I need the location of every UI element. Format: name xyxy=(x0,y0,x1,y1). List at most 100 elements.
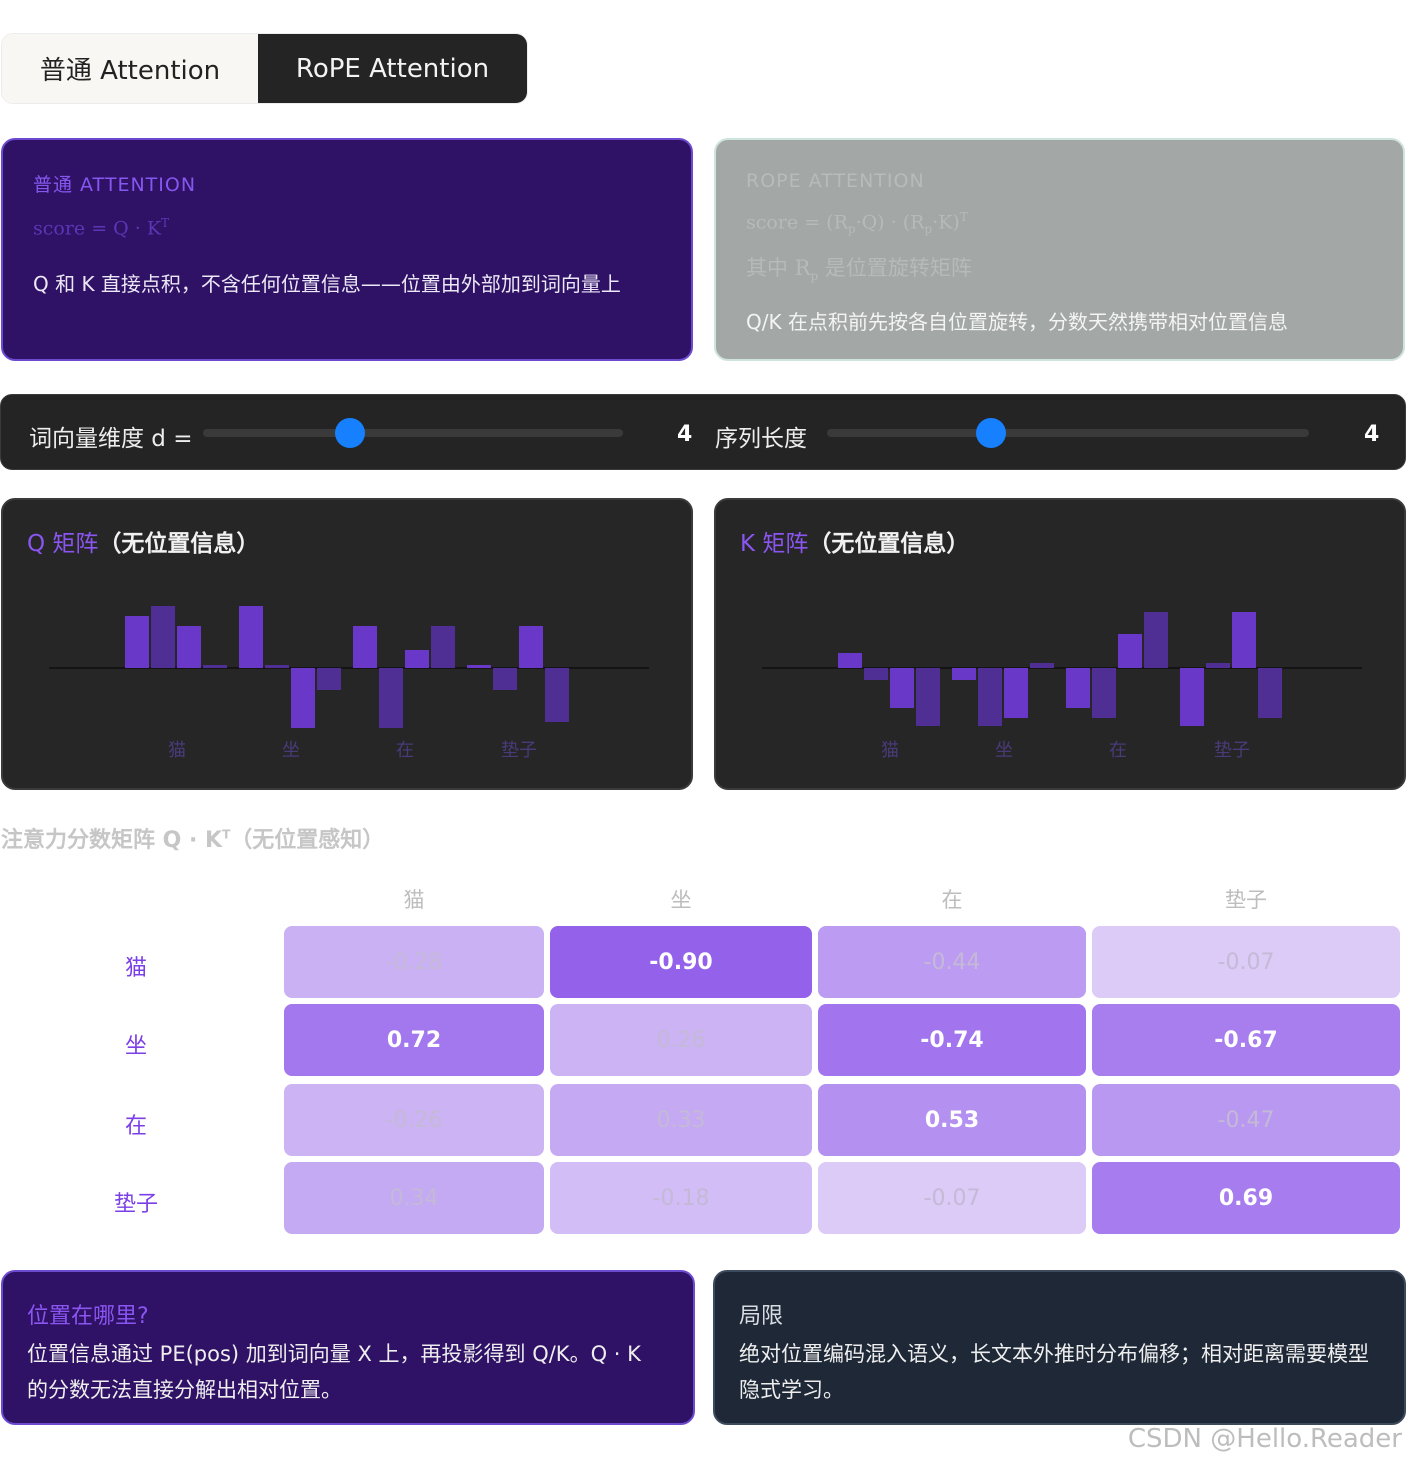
bar-q-0-3 xyxy=(203,665,227,668)
q-matrix-panel: Q 矩阵（无位置信息） 猫坐在垫子 xyxy=(1,498,693,790)
token-label: 垫子 xyxy=(501,740,537,761)
bar-q-2-0 xyxy=(353,626,377,668)
column-header: 垫子 xyxy=(1225,888,1267,912)
row-header: 在 xyxy=(124,1114,147,1139)
token-label: 坐 xyxy=(282,740,300,761)
bar-k-0-2 xyxy=(890,668,914,708)
column-header: 猫 xyxy=(403,888,425,912)
bar-q-1-3 xyxy=(317,668,341,690)
seq-slider-track[interactable] xyxy=(827,429,1309,437)
info-title: 局限 xyxy=(739,1304,784,1329)
card-description: Q 和 K 直接点积，不含任何位置信息——位置由外部加到词向量上 xyxy=(33,272,621,296)
token-label: 垫子 xyxy=(1214,740,1250,761)
score-title-tail: （无位置感知） xyxy=(230,828,385,853)
k-bar-chart: 猫 坐 在 垫子 xyxy=(762,612,1362,761)
row-header: 猫 xyxy=(124,956,147,981)
rope-attention-card: ROPE ATTENTION score = (Rp·Q) · (Rp·K)T … xyxy=(714,138,1405,361)
info-title: 位置在哪里? xyxy=(27,1304,149,1329)
score-cell: 0.53 xyxy=(818,1084,1086,1156)
formula-sup: T xyxy=(959,210,968,224)
score-cell: -0.28 xyxy=(284,926,544,998)
bar-k-0-3 xyxy=(916,668,940,726)
q-bar-chart: 猫 坐 在 垫子 xyxy=(49,606,649,761)
formula-note-part: 是位置旋转矩阵 xyxy=(818,256,972,280)
k-matrix-panel: K 矩阵（无位置信息） 猫坐在垫子 xyxy=(714,498,1406,790)
formula-sub: p xyxy=(924,222,933,237)
bar-q-2-2 xyxy=(405,650,429,668)
formula-text: score = Q · K xyxy=(33,217,162,240)
token-label: 猫 xyxy=(168,740,186,761)
token-label: 在 xyxy=(1109,740,1127,761)
tab-rope-attention[interactable]: RoPE Attention xyxy=(258,34,527,103)
row-header: 坐 xyxy=(124,1034,147,1059)
bar-q-3-0 xyxy=(467,665,491,668)
dim-slider-track[interactable] xyxy=(203,429,623,437)
row-header: 垫子 xyxy=(113,1192,158,1217)
bar-q-1-2 xyxy=(291,668,315,728)
bar-q-0-0 xyxy=(125,616,149,668)
seq-slider-thumb[interactable] xyxy=(975,418,1006,448)
card-eyebrow: ROPE ATTENTION xyxy=(746,170,925,192)
score-title-text: 注意力分数矩阵 Q · K xyxy=(1,828,223,853)
controls-bar: 词向量维度 d = 4 序列长度 4 xyxy=(0,394,1406,470)
score-cell: 0.33 xyxy=(550,1084,812,1156)
watermark: CSDN @Hello.Reader xyxy=(1127,1424,1402,1454)
dim-slider-label: 词向量维度 d = xyxy=(29,426,193,452)
bar-q-3-2 xyxy=(519,626,543,668)
score-cell: -0.74 xyxy=(818,1004,1086,1076)
bar-q-1-1 xyxy=(265,665,289,668)
formula-sub: p xyxy=(847,222,856,237)
score-cell: 0.72 xyxy=(284,1004,544,1076)
score-matrix-title: 注意力分数矩阵 Q · KT（无位置感知） xyxy=(1,822,384,854)
bar-k-1-1 xyxy=(978,668,1002,726)
plain-formula: score = Q · KT xyxy=(33,216,169,239)
formula-part: ·Q) · (R xyxy=(855,211,925,234)
score-cell: -0.26 xyxy=(284,1084,544,1156)
plain-attention-card: 普通 ATTENTION score = Q · KT Q 和 K 直接点积，不… xyxy=(1,138,693,361)
bar-k-2-0 xyxy=(1066,668,1090,708)
bar-q-0-2 xyxy=(177,626,201,668)
bar-k-3-0 xyxy=(1180,668,1204,726)
bar-q-3-1 xyxy=(493,668,517,690)
bar-k-2-2 xyxy=(1118,634,1142,668)
bar-k-3-1 xyxy=(1206,663,1230,668)
score-cell: -0.90 xyxy=(550,926,812,998)
info-text: 绝对位置编码混入语义，长文本外推时分布偏移；相对距离需要模型隐式学习。 xyxy=(739,1342,1369,1402)
bar-k-2-1 xyxy=(1092,668,1116,718)
bar-k-3-2 xyxy=(1232,612,1256,668)
column-header: 坐 xyxy=(670,888,692,912)
rope-formula: score = (Rp·Q) · (Rp·K)T xyxy=(746,210,968,236)
score-cell: 0.34 xyxy=(284,1162,544,1234)
dim-slider-thumb[interactable] xyxy=(335,418,365,448)
bar-q-0-1 xyxy=(151,606,175,668)
card-eyebrow: 普通 ATTENTION xyxy=(33,174,197,196)
bar-k-2-3 xyxy=(1144,612,1168,668)
score-cell: -0.18 xyxy=(550,1162,812,1234)
tab-plain-attention[interactable]: 普通 Attention xyxy=(2,34,259,103)
token-label: 在 xyxy=(396,740,414,761)
info-text: 位置信息通过 PE(pos) 加到词向量 X 上，再投影得到 Q/K。Q · K… xyxy=(27,1342,641,1402)
formula-note-part: 其中 R xyxy=(746,256,811,280)
seq-slider-label: 序列长度 xyxy=(715,426,807,452)
formula-part: score = (R xyxy=(746,211,848,234)
bar-q-2-3 xyxy=(431,626,455,668)
dim-slider-value: 4 xyxy=(677,422,693,447)
score-cell: -0.07 xyxy=(1092,926,1400,998)
formula-part: ·K) xyxy=(932,211,960,234)
rope-formula-note: 其中 Rp 是位置旋转矩阵 xyxy=(746,252,972,283)
bar-k-1-3 xyxy=(1030,663,1054,668)
formula-sup: T xyxy=(161,216,170,230)
score-cell: 0.26 xyxy=(550,1004,812,1076)
seq-slider-value: 4 xyxy=(1364,422,1380,447)
token-label: 猫 xyxy=(881,740,899,761)
bar-k-0-1 xyxy=(864,668,888,680)
bar-q-3-3 xyxy=(545,668,569,722)
bar-k-1-0 xyxy=(952,668,976,680)
bar-k-1-2 xyxy=(1004,668,1028,718)
score-cell: -0.44 xyxy=(818,926,1086,998)
bar-k-0-0 xyxy=(838,653,862,668)
mode-tabs: 普通 Attention RoPE Attention xyxy=(1,33,528,104)
bar-q-2-1 xyxy=(379,668,403,728)
bar-q-1-0 xyxy=(239,606,263,668)
limits-info-card: 局限 绝对位置编码混入语义，长文本外推时分布偏移；相对距离需要模型隐式学习。 xyxy=(713,1270,1406,1425)
